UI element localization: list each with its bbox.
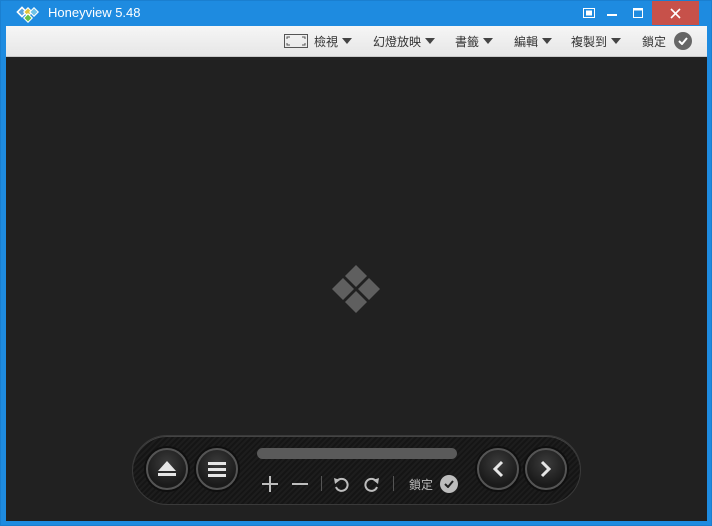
rotate-right-button[interactable]	[362, 474, 382, 494]
minimize-button[interactable]	[600, 1, 624, 25]
maximize-button[interactable]	[625, 1, 651, 25]
toolbar-copyto-menu[interactable]: 複製到	[571, 26, 622, 56]
check-circle-icon	[440, 475, 459, 493]
app-window: Honeyview 5.48 檢視 幻燈放映 書籤 編輯 複製到 鎖定 鎖定	[0, 0, 712, 526]
next-button[interactable]	[525, 448, 567, 490]
zoom-out-icon	[292, 483, 308, 485]
menu-icon	[208, 462, 226, 477]
toolbar-edit-label: 編輯	[514, 34, 539, 49]
zoom-out-button[interactable]	[290, 474, 310, 494]
chevron-down-icon	[611, 38, 622, 44]
minimize-icon	[607, 14, 617, 16]
fullscreen-frame-icon	[284, 34, 308, 48]
close-icon	[670, 7, 681, 19]
chevron-down-icon	[342, 38, 353, 44]
honeyview-placeholder-icon	[332, 265, 380, 313]
chevron-down-icon	[483, 38, 494, 44]
rotate-left-button[interactable]	[331, 474, 351, 494]
menu-button[interactable]	[196, 448, 238, 490]
toolbar-view-menu[interactable]: 檢視	[284, 26, 353, 56]
title-bar[interactable]: Honeyview 5.48	[1, 1, 711, 26]
honeyview-logo-icon	[16, 6, 39, 23]
fullscreen-button[interactable]	[577, 1, 601, 25]
chevron-left-icon	[492, 460, 504, 478]
toolbar-view-label: 檢視	[314, 34, 339, 49]
maximize-icon	[633, 8, 643, 18]
control-bar: 鎖定	[132, 435, 581, 505]
divider	[321, 476, 322, 491]
toolbar-lock-label: 鎖定	[642, 34, 667, 49]
eject-button[interactable]	[146, 448, 188, 490]
window-title: Honeyview 5.48	[48, 5, 141, 20]
chevron-down-icon	[542, 38, 553, 44]
close-button[interactable]	[652, 1, 699, 25]
toolbar-slideshow-menu[interactable]: 幻燈放映	[373, 26, 436, 56]
control-lock-toggle[interactable]: 鎖定	[409, 474, 459, 494]
toolbar-slideshow-label: 幻燈放映	[373, 34, 422, 49]
control-lock-label: 鎖定	[409, 477, 434, 492]
previous-button[interactable]	[477, 448, 519, 490]
fullscreen-icon	[583, 8, 595, 18]
divider	[393, 476, 394, 491]
zoom-in-icon	[262, 476, 278, 492]
eject-icon	[158, 461, 176, 476]
toolbar-bookmark-label: 書籤	[455, 34, 480, 49]
progress-slider[interactable]	[257, 448, 457, 459]
rotate-right-icon	[364, 477, 379, 492]
zoom-in-button[interactable]	[260, 474, 280, 494]
toolbar-copyto-label: 複製到	[571, 34, 608, 49]
chevron-down-icon	[425, 38, 436, 44]
check-circle-icon	[674, 32, 693, 50]
rotate-left-icon	[334, 477, 349, 492]
chevron-right-icon	[540, 460, 552, 478]
image-viewer-area[interactable]: 鎖定	[6, 57, 707, 521]
toolbar-edit-menu[interactable]: 編輯	[514, 26, 553, 56]
toolbar-lock-toggle[interactable]: 鎖定	[642, 26, 693, 56]
toolbar: 檢視 幻燈放映 書籤 編輯 複製到 鎖定	[6, 26, 707, 57]
toolbar-bookmark-menu[interactable]: 書籤	[455, 26, 494, 56]
